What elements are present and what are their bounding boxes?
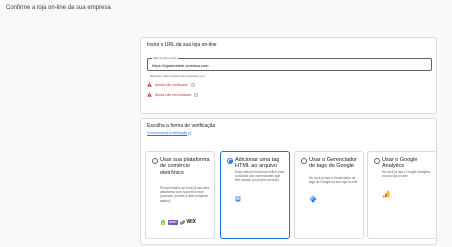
- verification-status: Ainda não verificado ?: [147, 82, 195, 87]
- store-url-input-value[interactable]: https://lojastestete.veredaa.com: [152, 63, 208, 68]
- option-title: Adicionar uma tag HTML ao arquivo: [235, 157, 280, 170]
- squarespace-logo: [179, 219, 185, 225]
- google-analytics-icon: [382, 190, 390, 198]
- verification-status-text: Ainda não verificado: [155, 82, 188, 87]
- svg-text:S: S: [162, 221, 164, 225]
- option-description: Se você já usa o Gerenciador de tags do …: [309, 176, 358, 185]
- option-title: Usar sua plataforma de comércio eletrôni…: [160, 157, 210, 176]
- html-file-icon: [235, 196, 241, 202]
- store-url-card: Insira o URL da sua loja on-line URL da …: [140, 37, 437, 114]
- help-icon[interactable]: ?: [194, 92, 199, 97]
- woocommerce-logo: WOO: [168, 219, 178, 225]
- warning-icon: [147, 82, 152, 87]
- verification-method-card: Escolha a forma de verificação Como func…: [140, 118, 437, 245]
- google-tag-manager-icon: [309, 195, 317, 203]
- option-google-tag-manager[interactable]: Usar o Gerenciador de tags do Google Se …: [294, 151, 364, 239]
- option-description: Se você já usa o Google Analytics na sua…: [382, 170, 431, 179]
- page-title: Confirme a loja on-line da sua empresa: [6, 5, 111, 11]
- store-url-example: Exemplo: https://www.store.example.com: [150, 74, 205, 78]
- radio-html-tag[interactable]: [227, 158, 233, 164]
- radio-google-tag-manager[interactable]: [301, 158, 307, 164]
- option-ecommerce-platform[interactable]: Usar sua plataforma de comércio eletrôni…: [145, 151, 215, 239]
- verification-method-title: Escolha a forma de verificação: [147, 123, 216, 129]
- shopify-logo: S: [160, 219, 166, 225]
- warning-icon: [147, 92, 152, 97]
- option-title: Usar o Google Analytics: [382, 157, 418, 170]
- option-title: Usar o Gerenciador de tags do Google: [309, 157, 357, 170]
- claim-status-text: Ainda não reivindicado: [155, 92, 192, 97]
- external-link-icon: [188, 131, 192, 135]
- store-url-input-label: URL da loja on-line: [152, 56, 178, 60]
- radio-ecommerce-platform[interactable]: [152, 158, 158, 164]
- store-url-input[interactable]: URL da loja on-line https://lojastestete…: [147, 56, 432, 71]
- platform-logos: S WOO WIX: [160, 219, 196, 225]
- help-icon[interactable]: ?: [190, 82, 195, 87]
- wix-logo: WIX: [186, 219, 196, 225]
- how-verification-works-text[interactable]: Como funciona a verificação: [147, 131, 187, 135]
- how-verification-works-link[interactable]: Como funciona a verificação: [147, 131, 192, 135]
- radio-google-analytics[interactable]: [374, 158, 380, 164]
- option-description: Esse método funciona melhor para a maior…: [235, 170, 285, 183]
- option-description: Recomendado se você já usa uma plataform…: [160, 186, 210, 203]
- store-url-card-title: Insira o URL da sua loja on-line: [147, 42, 217, 48]
- claim-status: Ainda não reivindicado ?: [147, 92, 199, 97]
- option-html-tag[interactable]: Adicionar uma tag HTML ao arquivo Esse m…: [220, 151, 290, 239]
- option-google-analytics[interactable]: Usar o Google Analytics Se você já usa o…: [367, 151, 437, 239]
